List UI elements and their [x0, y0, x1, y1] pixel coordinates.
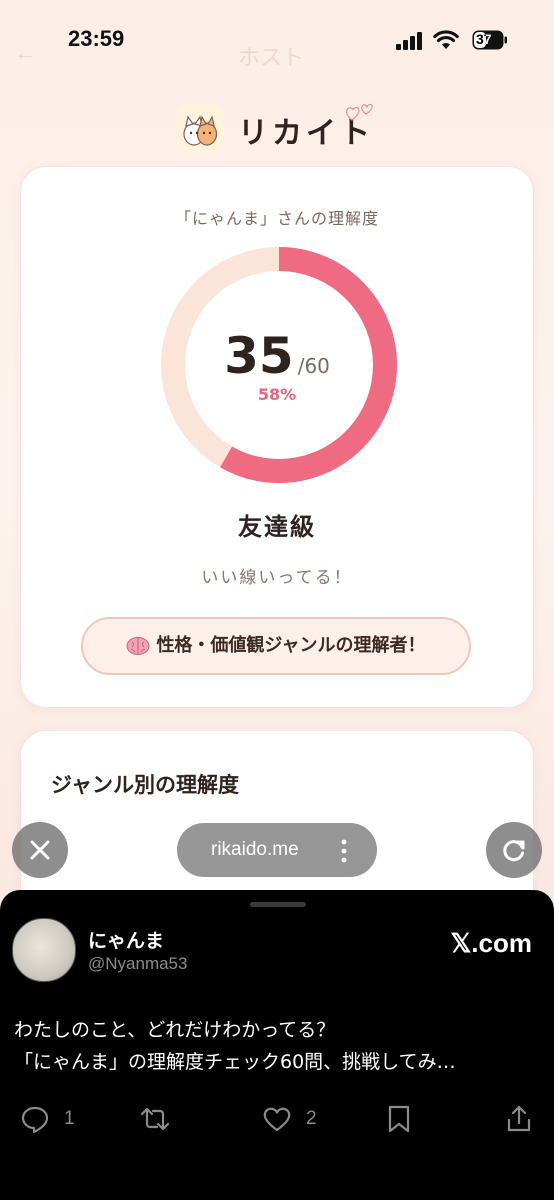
- heart-icon: [263, 1107, 291, 1132]
- cellular-signal-icon: [396, 32, 422, 50]
- cats-logo-icon: [183, 115, 218, 146]
- like-button[interactable]: 2: [262, 1100, 332, 1140]
- badge-label: 性格・価値観ジャンルの理解者！: [156, 635, 426, 656]
- status-time: 23:59: [68, 26, 125, 51]
- bookmark-icon: [388, 1105, 410, 1133]
- tweet-author[interactable]: にゃんま: [88, 926, 164, 953]
- score-total: /60: [297, 354, 330, 378]
- share-button[interactable]: [504, 1100, 536, 1140]
- reply-icon: [21, 1106, 49, 1134]
- sheet-drag-handle[interactable]: [250, 902, 306, 907]
- app-header: リカイト: [0, 102, 554, 156]
- faded-page-title: ホスト: [238, 46, 305, 71]
- avatar[interactable]: [12, 918, 76, 982]
- reply-button[interactable]: 1: [20, 1100, 80, 1140]
- score-value: 35: [224, 327, 294, 385]
- tweet-handle[interactable]: @Nyanma53: [88, 954, 187, 974]
- battery-level: 37: [476, 31, 492, 47]
- tweet-line-2: 「にゃんま」の理解度チェック60問、挑戦してみ…: [14, 1051, 456, 1073]
- battery-icon: 37: [472, 30, 508, 50]
- app-logo: [176, 104, 224, 152]
- reply-count: 1: [64, 1108, 75, 1129]
- retweet-button[interactable]: [140, 1100, 180, 1140]
- brain-icon: [126, 637, 150, 655]
- score-title: 「にゃんま」さんの理解度: [174, 209, 379, 228]
- genre-title: ジャンル別の理解度: [51, 773, 239, 797]
- result-card: 「にゃんま」さんの理解度 35/60 58% 友達級 いい線いってる！ 性格・価…: [20, 166, 534, 708]
- tweet-text: わたしのこと、どれだけわかってる？ 「にゃんま」の理解度チェック60問、挑戦して…: [14, 1014, 544, 1078]
- bookmark-button[interactable]: [384, 1100, 416, 1140]
- status-bar: ← ホスト 23:59 37: [0, 0, 554, 84]
- rank-label: 友達級: [238, 513, 316, 541]
- faded-back-arrow: ←: [14, 40, 36, 65]
- reload-icon: [503, 840, 525, 862]
- browser-close-button[interactable]: [12, 822, 68, 878]
- share-icon: [507, 1105, 531, 1132]
- browser-reload-button[interactable]: [486, 822, 542, 878]
- tweet-actions: 1 2: [0, 1100, 554, 1140]
- score-line: 35/60: [21, 327, 533, 385]
- like-count: 2: [306, 1108, 317, 1129]
- tweet-line-1: わたしのこと、どれだけわかってる？: [14, 1019, 336, 1041]
- achievement-badge: 性格・価値観ジャンルの理解者！: [81, 617, 471, 675]
- tweet-sheet: にゃんま @Nyanma53 𝕏.com わたしのこと、どれだけわかってる？ 「…: [0, 890, 554, 1200]
- rank-comment: いい線いってる！: [201, 568, 353, 588]
- more-vertical-icon[interactable]: [341, 839, 347, 863]
- browser-url-pill[interactable]: rikaido.me: [177, 823, 377, 877]
- score-percent: 58%: [257, 385, 297, 404]
- x-com-link[interactable]: 𝕏.com: [450, 928, 532, 959]
- close-icon: [30, 840, 50, 860]
- retweet-icon: [140, 1107, 170, 1131]
- hearts-icon: [346, 103, 373, 121]
- url-text: rikaido.me: [211, 839, 299, 860]
- wifi-icon: [433, 30, 459, 49]
